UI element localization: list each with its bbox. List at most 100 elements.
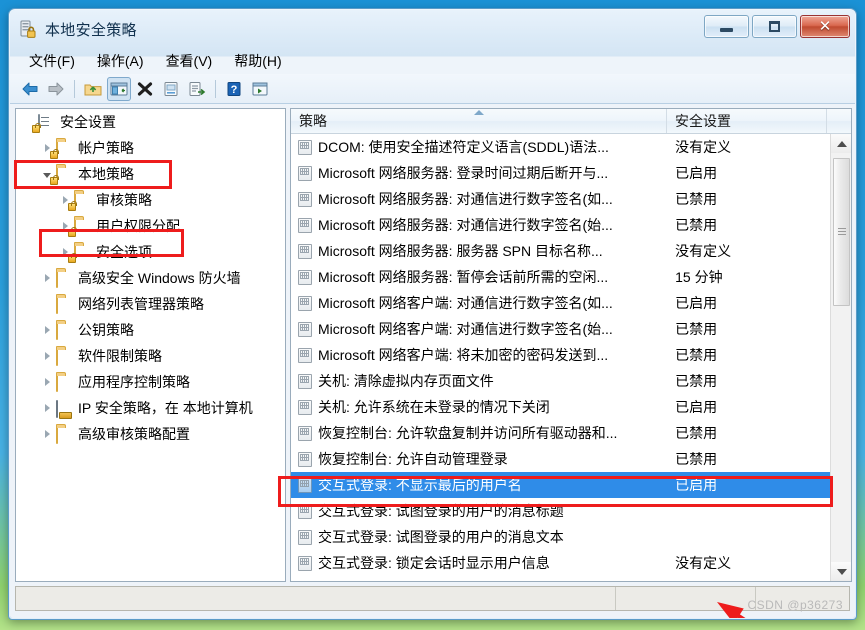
policy-setting-icon (298, 269, 312, 285)
policy-rows: DCOM: 使用安全描述符定义语言(SDDL)语法... 没有定义 Microsof… (291, 134, 830, 581)
tree-node-label: 本地策略 (78, 166, 134, 182)
tree-node-6[interactable]: 高级安全 Windows 防火墙 (16, 265, 285, 291)
table-row[interactable]: Microsoft 网络服务器: 登录时间过期后断开与... 已启用 (291, 160, 830, 186)
table-row[interactable]: 交互式登录: 锁定会话时显示用户信息 没有定义 (291, 550, 830, 576)
table-row[interactable]: Microsoft 网络客户端: 对通信进行数字签名(始... 已禁用 (291, 316, 830, 342)
table-row[interactable]: Microsoft 网络服务器: 服务器 SPN 目标名称... 没有定义 (291, 238, 830, 264)
tree-node-12[interactable]: 高级审核策略配置 (16, 421, 285, 447)
close-icon: ✕ (818, 18, 832, 35)
caption-button-group: ✕ (704, 15, 850, 38)
column-setting[interactable]: 安全设置 (667, 109, 827, 133)
policy-name: Microsoft 网络服务器: 对通信进行数字签名(始... (318, 217, 613, 233)
expand-arrow-icon[interactable] (40, 427, 54, 441)
policy-setting-icon (298, 451, 312, 467)
table-row[interactable]: Microsoft 网络服务器: 对通信进行数字签名(如... 已禁用 (291, 186, 830, 212)
help-icon[interactable]: ? (222, 77, 246, 101)
export-list-icon[interactable] (185, 77, 209, 101)
column-policy-label: 策略 (299, 113, 327, 129)
svg-text:?: ? (231, 84, 238, 96)
expand-arrow-icon[interactable] (40, 401, 54, 415)
policy-value: 已禁用 (675, 217, 718, 233)
tree-node-10[interactable]: 应用程序控制策略 (16, 369, 285, 395)
menu-view[interactable]: 查看(V) (157, 48, 222, 74)
show-tree-icon[interactable] (107, 76, 131, 101)
delete-icon[interactable] (133, 77, 157, 101)
scroll-down-button[interactable] (831, 562, 851, 581)
policy-setting-icon (298, 217, 312, 233)
table-row[interactable]: 交互式登录: 试图登录的用户的消息文本 (291, 524, 830, 550)
up-folder-icon[interactable] (81, 77, 105, 101)
tree-node-9[interactable]: 软件限制策略 (16, 343, 285, 369)
properties-icon[interactable] (159, 77, 183, 101)
toolbar: ? (10, 74, 855, 104)
policy-name: 关机: 清除虚拟内存页面文件 (318, 373, 494, 389)
scrollbar-thumb[interactable] (833, 158, 850, 306)
policy-setting-icon (298, 139, 312, 155)
table-row[interactable]: 交互式登录: 试图登录的用户的消息标题 (291, 498, 830, 524)
policy-name: Microsoft 网络客户端: 将未加密的密码发送到... (318, 347, 609, 363)
tree-node-4[interactable]: 用户权限分配 (16, 213, 285, 239)
policy-value: 已禁用 (675, 425, 718, 441)
expand-arrow-icon[interactable] (40, 323, 54, 337)
back-icon[interactable] (18, 77, 42, 101)
console-tree[interactable]: 安全设置帐户策略本地策略审核策略用户权限分配 安全选项 高级安全 Windows 防… (15, 108, 286, 582)
tree-node-label: 帐户策略 (78, 140, 134, 156)
tree-node-2[interactable]: 本地策略 (16, 161, 285, 187)
folder-lock-icon (50, 139, 73, 159)
expand-arrow-icon[interactable] (40, 375, 54, 389)
table-row[interactable]: Microsoft 网络客户端: 对通信进行数字签名(如... 已启用 (291, 290, 830, 316)
minimize-button[interactable] (704, 15, 749, 38)
policy-value: 15 分钟 (675, 269, 723, 285)
status-bar (15, 586, 850, 611)
close-button[interactable]: ✕ (800, 15, 850, 38)
expand-arrow-icon[interactable] (40, 271, 54, 285)
chevron-up-icon (836, 140, 847, 147)
tree-node-11[interactable]: IP 安全策略，在 本地计算机 (16, 395, 285, 421)
policy-name: Microsoft 网络服务器: 暂停会话前所需的空闲... (318, 269, 609, 285)
maximize-button[interactable] (752, 15, 797, 38)
column-policy[interactable]: 策略 (291, 109, 667, 133)
toolbar-separator (74, 79, 75, 98)
menu-help[interactable]: 帮助(H) (225, 48, 290, 74)
table-row[interactable]: 关机: 允许系统在未登录的情况下关闭 已启用 (291, 394, 830, 420)
table-row[interactable]: Microsoft 网络服务器: 对通信进行数字签名(始... 已禁用 (291, 212, 830, 238)
title-bar: 本地安全策略 ✕ (10, 10, 855, 48)
tree-node-0[interactable]: 安全设置 (16, 109, 285, 135)
tree-node-5[interactable]: 安全选项 (16, 239, 285, 265)
table-row[interactable]: Microsoft 网络客户端: 将未加密的密码发送到... 已禁用 (291, 342, 830, 368)
tree-node-1[interactable]: 帐户策略 (16, 135, 285, 161)
policy-value: 已启用 (675, 399, 718, 415)
tree-node-label: 公钥策略 (78, 322, 134, 338)
tree-node-3[interactable]: 审核策略 (16, 187, 285, 213)
column-filler (827, 109, 851, 133)
folder-icon (56, 321, 73, 340)
tree-node-8[interactable]: 公钥策略 (16, 317, 285, 343)
expand-arrow-icon[interactable] (40, 349, 54, 363)
policy-name: 恢复控制台: 允许自动管理登录 (318, 451, 508, 467)
menu-action[interactable]: 操作(A) (88, 48, 153, 74)
table-row[interactable]: Microsoft 网络服务器: 暂停会话前所需的空闲... 15 分钟 (291, 264, 830, 290)
table-row[interactable]: 恢复控制台: 允许软盘复制并访问所有驱动器和... 已禁用 (291, 420, 830, 446)
forward-icon[interactable] (44, 77, 68, 101)
chevron-down-icon (836, 568, 847, 575)
tree-node-label: 软件限制策略 (78, 348, 162, 364)
policy-value: 没有定义 (675, 555, 732, 571)
policy-value: 已启用 (675, 165, 718, 181)
policy-name: Microsoft 网络服务器: 服务器 SPN 目标名称... (318, 243, 603, 259)
table-row-selected[interactable]: 交互式登录: 不显示最后的用户名 已启用 (291, 472, 830, 498)
policy-setting-icon (298, 165, 312, 181)
table-row[interactable]: 关机: 清除虚拟内存页面文件 已禁用 (291, 368, 830, 394)
tree-node-label: 审核策略 (96, 192, 152, 208)
table-row[interactable]: DCOM: 使用安全描述符定义语言(SDDL)语法... 没有定义 (291, 134, 830, 160)
folder-icon (56, 373, 73, 392)
view-icon[interactable] (248, 77, 272, 101)
policy-value: 已启用 (675, 477, 718, 493)
folder-icon (56, 425, 73, 444)
list-vertical-scrollbar[interactable] (830, 134, 851, 581)
policy-list[interactable]: 策略 安全设置 DCOM: 使用安全描述符定义语言(SDDL)语法... 没有定义… (290, 108, 852, 582)
menu-file[interactable]: 文件(F) (20, 48, 84, 74)
tree-node-7[interactable]: 网络列表管理器策略 (16, 291, 285, 317)
folder-lock-icon (68, 243, 91, 263)
scroll-up-button[interactable] (831, 134, 851, 153)
table-row[interactable]: 恢复控制台: 允许自动管理登录 已禁用 (291, 446, 830, 472)
